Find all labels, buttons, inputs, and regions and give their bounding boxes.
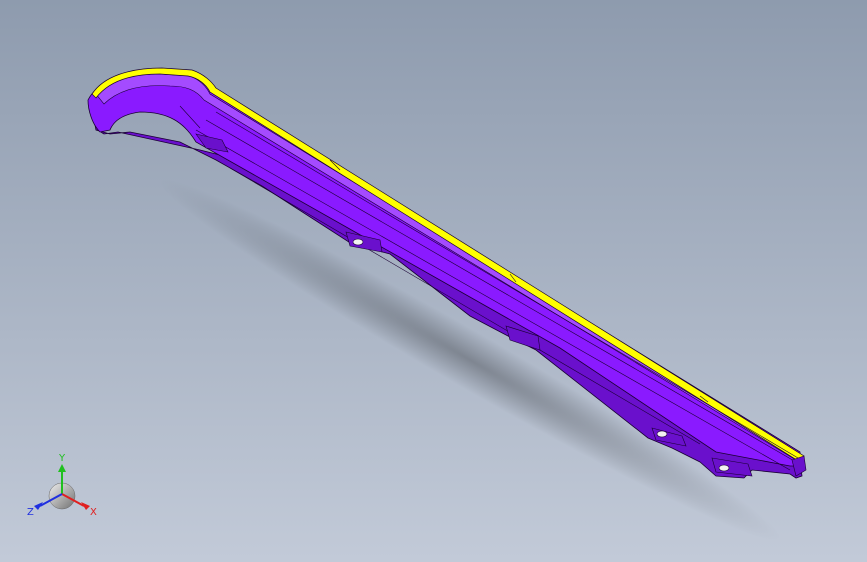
y-axis-label: Y bbox=[58, 453, 66, 464]
graphics-viewport[interactable]: Y X Z bbox=[0, 0, 867, 562]
model-view[interactable]: Y X Z bbox=[0, 0, 867, 562]
x-axis-label: X bbox=[90, 507, 97, 518]
z-axis-label: Z bbox=[27, 507, 34, 518]
